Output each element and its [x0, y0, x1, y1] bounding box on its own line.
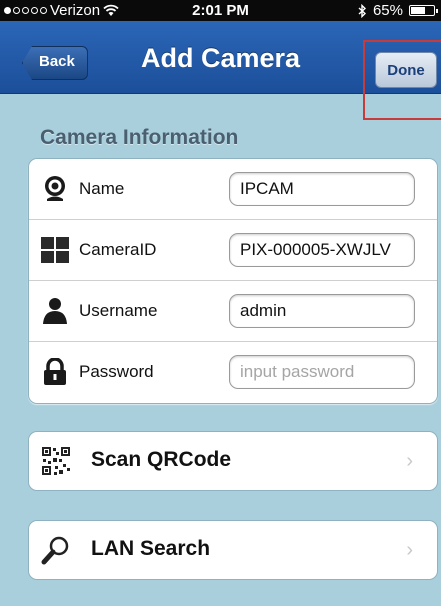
- section-title: Camera Information: [40, 126, 239, 149]
- camera-id-field[interactable]: PIX-000005-XWJLV: [229, 233, 415, 267]
- username-row: Username admin: [29, 281, 437, 342]
- username-label: Username: [79, 301, 158, 320]
- lock-icon: [44, 358, 66, 385]
- password-row: Password input password: [29, 342, 437, 403]
- name-label: Name: [79, 179, 125, 198]
- back-button[interactable]: Back: [22, 46, 88, 80]
- lan-search-button[interactable]: LAN Search ›: [28, 520, 438, 580]
- chevron-right-icon: ›: [406, 450, 413, 472]
- name-field[interactable]: IPCAM: [229, 172, 415, 206]
- name-row: Name IPCAM: [29, 159, 437, 220]
- scan-qrcode-label: Scan QRCode: [91, 448, 232, 471]
- battery-percent: 65%: [372, 2, 403, 19]
- chevron-right-icon: ›: [406, 539, 413, 561]
- scan-qrcode-button[interactable]: Scan QRCode ›: [28, 431, 438, 491]
- grid-icon: [41, 237, 69, 263]
- webcam-icon: [45, 176, 65, 201]
- password-label: Password: [79, 362, 154, 381]
- battery-icon: [409, 5, 438, 16]
- qrcode-icon: [42, 447, 70, 475]
- camera-id-row: CameraID PIX-000005-XWJLV: [29, 220, 437, 281]
- camera-info-group: Name IPCAM CameraID PIX-000005-XWJLV Use…: [28, 158, 438, 404]
- nav-bar: Add Camera Back Done: [0, 21, 441, 120]
- username-field[interactable]: admin: [229, 294, 415, 328]
- bluetooth-icon: [358, 3, 366, 18]
- password-field[interactable]: input password: [229, 355, 415, 389]
- lan-search-label: LAN Search: [91, 537, 211, 560]
- user-icon: [43, 298, 67, 324]
- camera-id-label: CameraID: [79, 240, 157, 259]
- done-highlight: Done: [363, 40, 441, 120]
- status-bar: Verizon 2:01 PM 65%: [0, 0, 441, 21]
- magnifier-icon: [41, 536, 69, 565]
- done-button[interactable]: Done: [375, 52, 437, 88]
